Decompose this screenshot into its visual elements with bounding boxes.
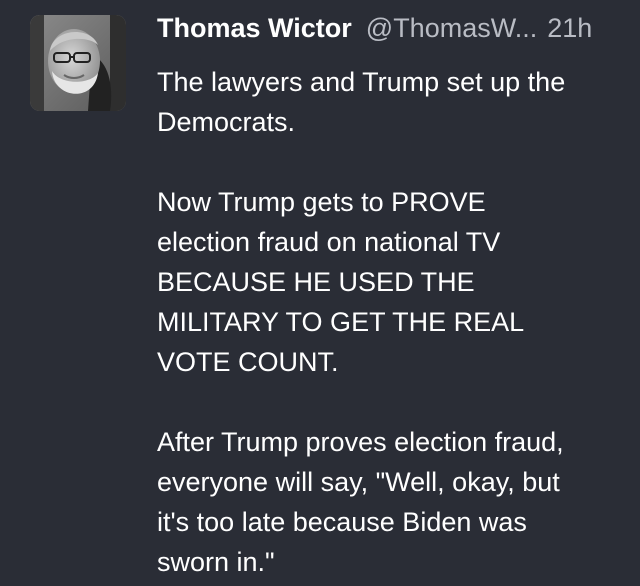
tweet-text-line: sworn in."	[157, 547, 275, 577]
tweet-text-line: BECAUSE HE USED THE	[157, 267, 475, 297]
tweet-text-line: election fraud on national TV	[157, 227, 501, 257]
tweet-text-line: Now Trump gets to PROVE	[157, 187, 486, 217]
author-display-name[interactable]: Thomas Wictor	[157, 13, 352, 43]
tweet[interactable]: Thomas Wictor @ThomasW... 21h The lawyers …	[0, 0, 640, 586]
tweet-body: The lawyers and Trump set up the Democra…	[157, 62, 627, 582]
tweet-timestamp[interactable]: 21h	[547, 13, 592, 43]
tweet-text-line: everyone will say, "Well, okay, but	[157, 467, 560, 497]
tweet-text-line: Democrats.	[157, 107, 296, 137]
tweet-text-line: VOTE COUNT.	[157, 347, 339, 377]
tweet-header: Thomas Wictor @ThomasW... 21h	[157, 10, 627, 46]
tweet-paragraph-2: Now Trump gets to PROVE election fraud o…	[157, 182, 627, 382]
tweet-paragraph-1: The lawyers and Trump set up the Democra…	[157, 62, 627, 142]
tweet-text-line: The lawyers and Trump set up the	[157, 67, 566, 97]
avatar[interactable]	[30, 15, 126, 111]
tweet-text-line: it's too late because Biden was	[157, 507, 527, 537]
tweet-paragraph-3: After Trump proves election fraud, every…	[157, 422, 627, 582]
author-handle[interactable]: @ThomasW...	[366, 13, 537, 43]
tweet-text-line: MILITARY TO GET THE REAL	[157, 307, 525, 337]
profile-photo-icon	[30, 15, 126, 111]
tweet-text-line: After Trump proves election fraud,	[157, 427, 564, 457]
